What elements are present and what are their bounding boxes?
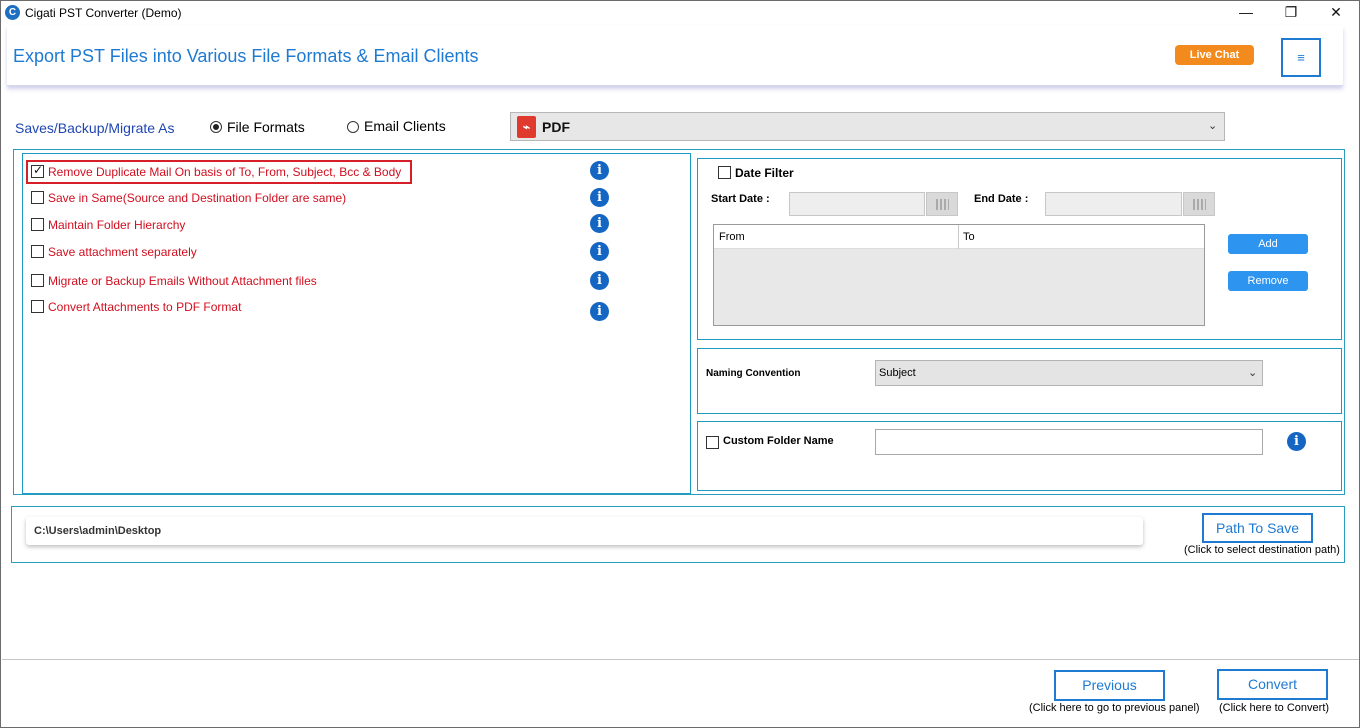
info-icon[interactable]: i xyxy=(1287,432,1306,451)
header-banner: Export PST Files into Various File Forma… xyxy=(7,26,1343,86)
checkbox-date-filter[interactable] xyxy=(718,166,731,179)
minimize-button[interactable]: — xyxy=(1223,1,1269,25)
checkbox-remove-duplicate[interactable] xyxy=(31,163,44,178)
naming-convention-label: Naming Convention xyxy=(706,368,801,379)
menu-button[interactable]: ≡ xyxy=(1281,38,1321,77)
column-from: From xyxy=(719,231,745,243)
option-without-attachment-label[interactable]: Migrate or Backup Emails Without Attachm… xyxy=(48,274,317,288)
checkbox-maintain-hierarchy[interactable] xyxy=(31,218,44,231)
radio-email-clients[interactable] xyxy=(347,121,359,133)
hamburger-icon: ≡ xyxy=(1297,50,1305,65)
destination-path-value: C:\Users\admin\Desktop xyxy=(34,525,162,537)
path-to-save-hint: (Click to select destination path) xyxy=(1184,544,1340,556)
start-date-label: Start Date : xyxy=(711,193,770,205)
custom-folder-label[interactable]: Custom Folder Name xyxy=(723,435,834,447)
checkbox-save-attachment[interactable] xyxy=(31,245,44,258)
checkbox-convert-attachments[interactable] xyxy=(31,300,44,313)
title-bar: C Cigati PST Converter (Demo) — ❐ ✕ xyxy=(1,1,1359,25)
maximize-button[interactable]: ❐ xyxy=(1268,1,1314,25)
add-button[interactable]: Add xyxy=(1228,234,1308,254)
convert-hint: (Click here to Convert) xyxy=(1219,702,1330,714)
checkbox-custom-folder[interactable] xyxy=(706,436,719,449)
checkbox-save-in-same[interactable] xyxy=(31,191,44,204)
previous-button[interactable]: Previous xyxy=(1054,670,1165,701)
option-save-in-same-label[interactable]: Save in Same(Source and Destination Fold… xyxy=(48,191,346,205)
live-chat-button[interactable]: Live Chat xyxy=(1175,45,1254,65)
calendar-icon[interactable] xyxy=(926,192,958,216)
app-logo-icon: C xyxy=(5,5,20,20)
app-window: C Cigati PST Converter (Demo) — ❐ ✕ Expo… xyxy=(0,0,1360,728)
info-icon[interactable]: i xyxy=(590,271,609,290)
option-maintain-hierarchy-label[interactable]: Maintain Folder Hierarchy xyxy=(48,218,185,232)
start-date-input[interactable] xyxy=(789,192,925,216)
info-icon[interactable]: i xyxy=(590,242,609,261)
info-icon[interactable]: i xyxy=(590,214,609,233)
format-dropdown[interactable]: ⌁ PDF ⌄ xyxy=(510,112,1225,141)
path-to-save-button[interactable]: Path To Save xyxy=(1202,513,1313,543)
end-date-input[interactable] xyxy=(1045,192,1182,216)
date-range-table[interactable]: From To xyxy=(713,224,1205,326)
chevron-down-icon: ⌄ xyxy=(1208,120,1218,132)
option-save-attachment-label[interactable]: Save attachment separately xyxy=(48,245,197,259)
previous-hint: (Click here to go to previous panel) xyxy=(1029,702,1200,714)
date-filter-label[interactable]: Date Filter xyxy=(735,166,794,180)
naming-convention-dropdown[interactable]: Subject ⌄ xyxy=(875,360,1263,386)
checkbox-without-attachment[interactable] xyxy=(31,274,44,287)
radio-file-formats-label[interactable]: File Formats xyxy=(227,119,305,135)
pdf-icon: ⌁ xyxy=(517,116,536,138)
footer-divider xyxy=(2,659,1359,660)
table-header: From To xyxy=(714,225,1204,249)
page-title: Export PST Files into Various File Forma… xyxy=(13,46,479,66)
option-remove-duplicate-label[interactable]: Remove Duplicate Mail On basis of To, Fr… xyxy=(48,165,401,179)
remove-button[interactable]: Remove xyxy=(1228,271,1308,291)
info-icon[interactable]: i xyxy=(590,188,609,207)
save-as-label: Saves/Backup/Migrate As xyxy=(15,120,175,136)
format-dropdown-value: PDF xyxy=(542,119,570,135)
calendar-icon[interactable] xyxy=(1183,192,1215,216)
column-divider xyxy=(958,225,959,249)
info-icon[interactable]: i xyxy=(590,161,609,180)
radio-file-formats[interactable] xyxy=(210,121,222,133)
info-icon[interactable]: i xyxy=(590,302,609,321)
end-date-label: End Date : xyxy=(974,193,1029,205)
window-title: Cigati PST Converter (Demo) xyxy=(25,6,182,20)
custom-folder-input[interactable] xyxy=(875,429,1263,455)
close-button[interactable]: ✕ xyxy=(1313,1,1359,25)
destination-path-field[interactable]: C:\Users\admin\Desktop xyxy=(26,517,1143,545)
column-to: To xyxy=(963,231,975,243)
naming-convention-value: Subject xyxy=(879,367,916,379)
convert-button[interactable]: Convert xyxy=(1217,669,1328,700)
chevron-down-icon: ⌄ xyxy=(1248,367,1258,379)
option-convert-attachments-label[interactable]: Convert Attachments to PDF Format xyxy=(48,300,241,314)
radio-email-clients-label[interactable]: Email Clients xyxy=(364,118,446,134)
